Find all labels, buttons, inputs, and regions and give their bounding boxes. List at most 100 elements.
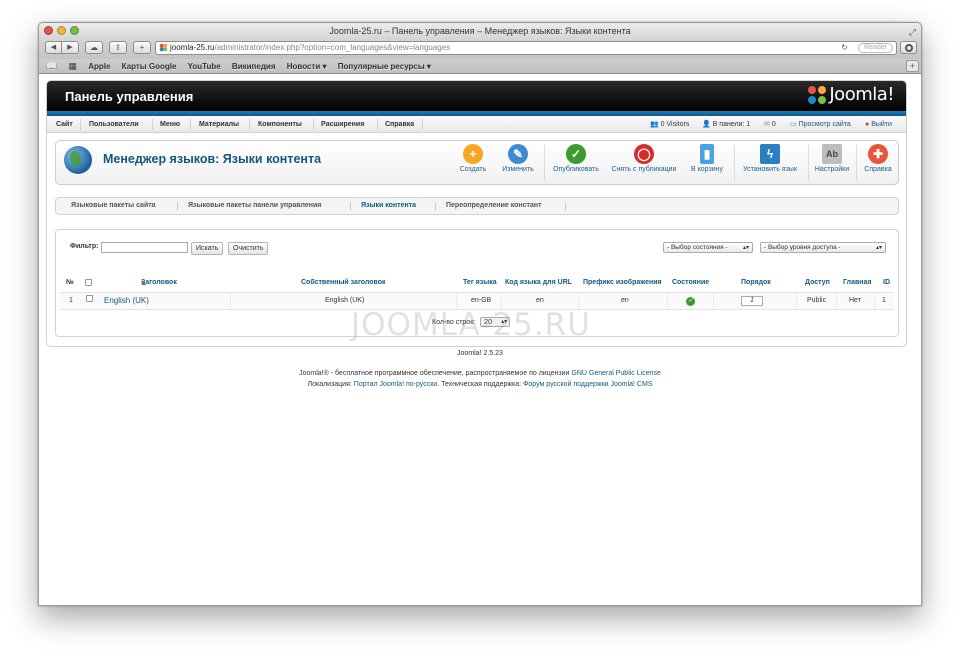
browser-toolbar: ◀ ▶ ☁ ⇪ + joomla-25.ru/administrator/ind… xyxy=(39,39,921,59)
select-arrows-icon: ▴▾ xyxy=(875,245,882,251)
forward-button[interactable]: ▶ xyxy=(62,41,79,54)
access-select[interactable]: - Выбор уровня доступа - ▴▾ xyxy=(760,242,886,253)
menu-content[interactable]: Материалы xyxy=(199,116,239,133)
zoom-window-button[interactable] xyxy=(70,26,79,35)
joomla-favicon-icon xyxy=(159,43,168,52)
logout-link[interactable]: ● Выйти xyxy=(865,116,892,133)
url-domain: joomla-25.ru xyxy=(170,43,215,52)
page-content: Панель управления Joomla! Сайт Пользоват… xyxy=(39,76,921,605)
lifebuoy-icon: ✚ xyxy=(868,144,888,164)
row-checkbox[interactable] xyxy=(86,293,93,309)
create-button[interactable]: + Создать xyxy=(456,144,490,173)
reload-icon[interactable]: ↻ xyxy=(841,42,848,54)
reader-button[interactable]: Reader xyxy=(858,43,893,53)
bookmark-youtube[interactable]: YouTube xyxy=(188,60,221,74)
bookmark-google-maps[interactable]: Карты Google xyxy=(122,60,177,74)
new-tab-button[interactable]: + xyxy=(133,41,151,54)
col-num: № xyxy=(66,279,74,286)
menu-menus[interactable]: Меню xyxy=(160,116,180,133)
view-site-link[interactable]: ▭ Просмотр сайта xyxy=(790,116,851,133)
globe-icon xyxy=(64,146,92,174)
fullscreen-icon[interactable]: ⤢ xyxy=(909,24,916,40)
users-icon: 👥 xyxy=(650,121,659,128)
trash-icon: ▮ xyxy=(700,144,714,164)
top-sites-icon[interactable]: ▦ xyxy=(68,59,77,73)
menu-extensions[interactable]: Расширения xyxy=(321,116,364,133)
filter-search-input[interactable] xyxy=(101,242,188,253)
tab-admin-languages[interactable]: Языковые пакеты панели управления xyxy=(188,198,321,214)
state-select[interactable]: - Выбор состояния - ▴▾ xyxy=(663,242,753,253)
visitors-status: 👥 0 Visitors xyxy=(650,121,690,128)
admin-user-icon: 👤 xyxy=(702,121,711,128)
trash-button[interactable]: ▮ В корзину xyxy=(684,144,730,173)
row-title-link[interactable]: English (UK) xyxy=(104,293,149,309)
row-id: 1 xyxy=(882,297,886,304)
unpublish-button[interactable]: ◯ Снять с публикации xyxy=(608,144,680,173)
monitor-icon: ▭ xyxy=(790,121,797,128)
submenu-tabs: Языковые пакеты сайта Языковые пакеты па… xyxy=(55,197,899,215)
check-icon: ✓ xyxy=(566,144,586,164)
clear-button[interactable]: Очистить xyxy=(228,242,269,255)
menu-site[interactable]: Сайт xyxy=(56,116,73,133)
sort-icon: ⊾ xyxy=(141,280,147,287)
tab-site-languages[interactable]: Языковые пакеты сайта xyxy=(71,198,156,214)
col-order[interactable]: Порядок xyxy=(741,279,771,286)
col-lang-tag[interactable]: Тег языка xyxy=(463,279,497,286)
menu-users[interactable]: Пользователи xyxy=(89,116,139,133)
col-image-prefix[interactable]: Префикс изображения xyxy=(583,279,662,286)
bookmark-apple[interactable]: Apple xyxy=(88,60,110,74)
row-order-input[interactable]: 1 xyxy=(741,296,763,306)
address-bar[interactable]: joomla-25.ru/administrator/index.php?opt… xyxy=(155,41,897,55)
select-all-checkbox[interactable] xyxy=(85,279,92,288)
row-access: Public xyxy=(807,297,827,304)
publish-button[interactable]: ✓ Опубликовать xyxy=(548,144,604,173)
downloads-button[interactable] xyxy=(900,41,917,54)
edit-button[interactable]: ✎ Изменить xyxy=(496,144,540,173)
browser-window: Joomla-25.ru – Панель управления – Менед… xyxy=(38,22,922,606)
plus-icon: + xyxy=(463,144,483,164)
row-home[interactable]: Нет xyxy=(849,293,861,309)
tab-language-overrides[interactable]: Переопределение констант xyxy=(446,198,542,214)
options-button[interactable]: Ab Настройки xyxy=(812,144,852,173)
options-icon: Ab xyxy=(822,144,842,164)
col-home[interactable]: Главная xyxy=(843,279,871,286)
joomla-logo-text: Joomla! xyxy=(829,84,894,105)
help-button[interactable]: ✚ Справка xyxy=(860,144,896,173)
tab-content-languages[interactable]: Языки контента xyxy=(361,198,416,214)
minimize-window-button[interactable] xyxy=(57,26,66,35)
close-window-button[interactable] xyxy=(44,26,53,35)
gpl-link[interactable]: GNU General Public License xyxy=(571,370,661,377)
unpublish-icon: ◯ xyxy=(634,144,654,164)
logout-icon: ● xyxy=(865,121,870,128)
share-icon[interactable]: ⇪ xyxy=(109,41,127,54)
messages-status[interactable]: ✉ 0 xyxy=(764,116,776,133)
bookmark-wikipedia[interactable]: Википедия xyxy=(232,60,276,74)
window-controls xyxy=(44,26,79,35)
add-bookmark-button[interactable]: + xyxy=(906,60,919,72)
filter-label: Фильтр: xyxy=(70,243,99,250)
menu-components[interactable]: Компоненты xyxy=(258,116,302,133)
bookmark-news[interactable]: Новости ▾ xyxy=(287,60,327,74)
col-state[interactable]: Состояние xyxy=(672,279,709,286)
install-language-button[interactable]: ϟ Установить язык xyxy=(738,144,802,173)
col-url-code[interactable]: Код языка для URL xyxy=(505,279,572,286)
joomla-logo: Joomla! xyxy=(807,84,894,105)
select-arrows-icon: ▴▾ xyxy=(742,245,749,251)
joomla-portal-link[interactable]: Портал Joomla! по-русски xyxy=(354,381,437,388)
icloud-icon[interactable]: ☁ xyxy=(85,41,103,54)
footer-support: Локализация: Портал Joomla! по-русски. Т… xyxy=(307,381,653,388)
pencil-icon: ✎ xyxy=(508,144,528,164)
window-titlebar: Joomla-25.ru – Панель управления – Менед… xyxy=(39,23,921,39)
search-button[interactable]: Искать xyxy=(191,242,224,255)
col-id[interactable]: ID xyxy=(883,279,890,286)
toolbar-box: Менеджер языков: Языки контента + Создат… xyxy=(55,140,899,185)
published-state-icon[interactable]: ✓ xyxy=(686,296,695,306)
support-forum-link[interactable]: Форум русской поддержки Joomla! CMS xyxy=(523,381,652,388)
reading-list-icon[interactable]: 📖 xyxy=(46,59,57,73)
bookmark-popular[interactable]: Популярные ресурсы ▾ xyxy=(338,60,431,74)
back-button[interactable]: ◀ xyxy=(45,41,62,54)
in-panel-status: 👤 В панели: 1 xyxy=(702,121,751,128)
menu-help[interactable]: Справка xyxy=(385,116,414,133)
col-native-title[interactable]: Собственный заголовок xyxy=(301,279,386,286)
col-access[interactable]: Доступ xyxy=(805,279,830,286)
